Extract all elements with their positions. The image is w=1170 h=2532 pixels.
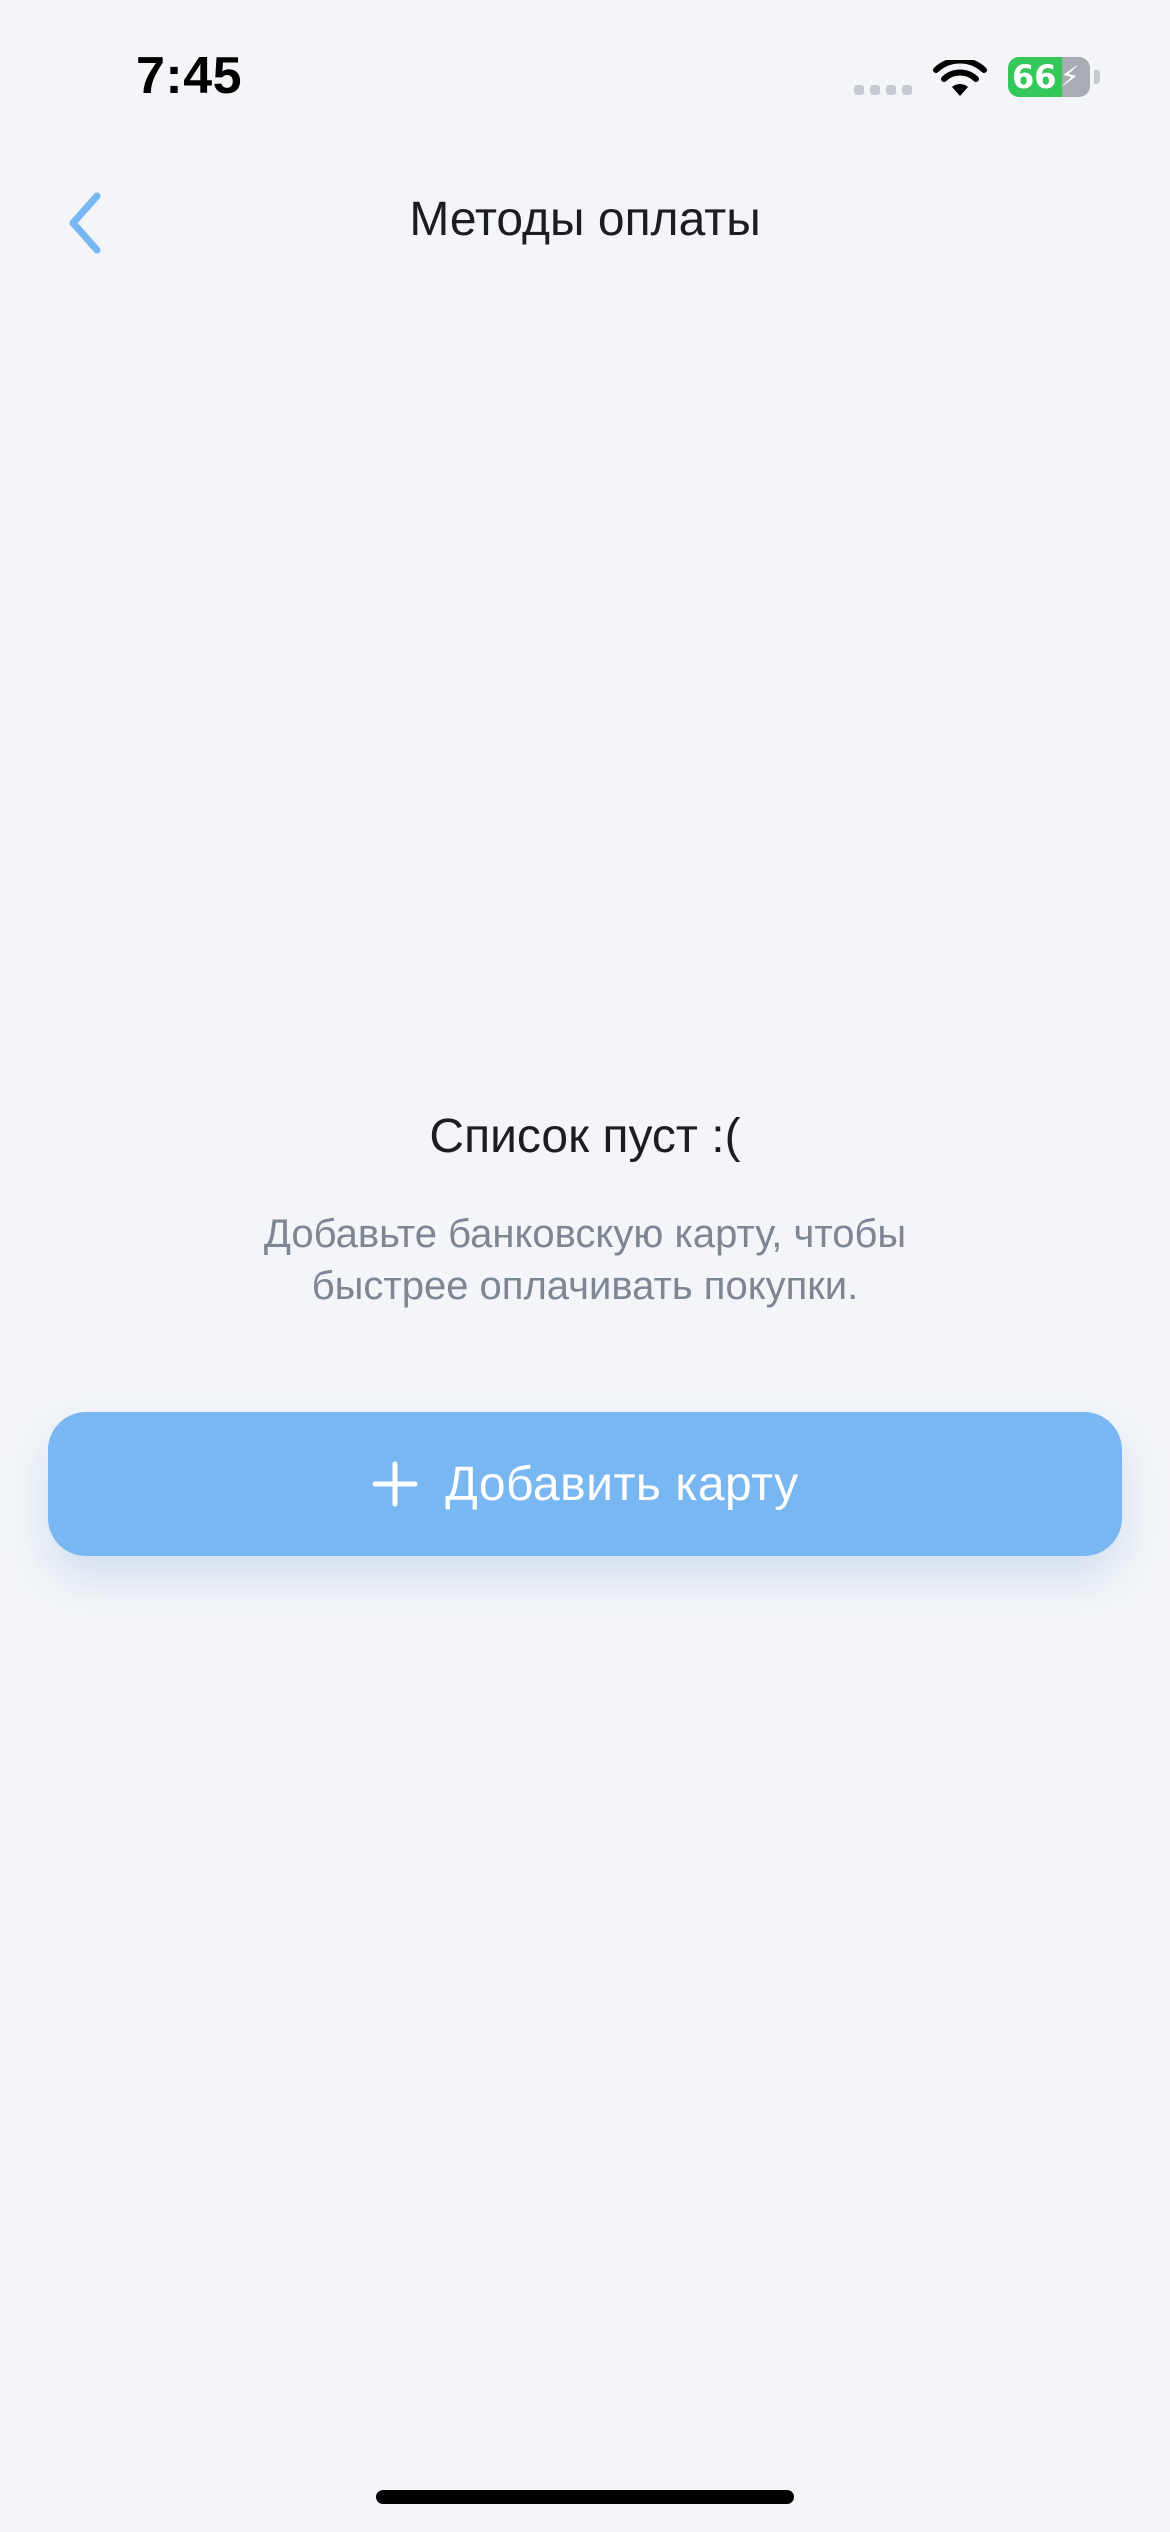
battery-charging-icon: 66 ⚡ [1008,57,1100,97]
battery-percent: 66 [1012,58,1057,96]
empty-state-title: Список пуст :( [429,1110,741,1163]
status-bar: 7:45 66 ⚡ [0,0,1170,150]
empty-state: Список пуст :( Добавьте банковскую карту… [0,1100,1170,1312]
cellular-signal-icon [854,85,912,95]
plus-icon [372,1461,418,1507]
bolt-icon: ⚡ [1060,60,1080,93]
status-time: 7:45 [136,47,243,105]
empty-state-description: Добавьте банковскую карту, чтобы быстрее… [263,1212,907,1308]
nav-header: Методы оплаты [0,170,1170,280]
page-title: Методы оплаты [409,193,761,246]
home-indicator[interactable] [376,2490,794,2504]
wifi-icon [933,60,987,96]
battery-cap [1094,70,1100,84]
add-card-label: Добавить карту [445,1457,799,1511]
add-card-button[interactable]: Добавить карту [48,1412,1122,1556]
